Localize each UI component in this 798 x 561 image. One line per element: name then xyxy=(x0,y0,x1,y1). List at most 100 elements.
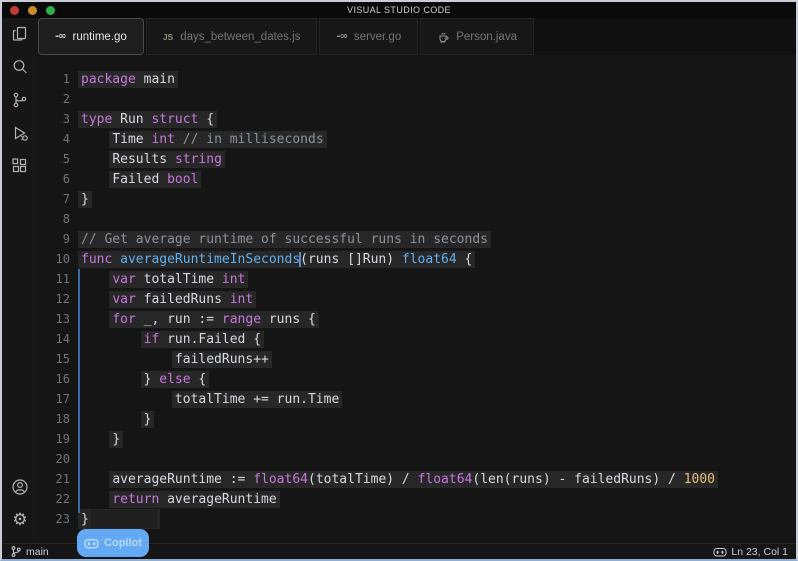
code-line[interactable]: 20 xyxy=(38,449,796,469)
line-number[interactable]: 21 xyxy=(38,472,70,486)
code-line[interactable]: 7} xyxy=(38,189,796,209)
line-number[interactable]: 2 xyxy=(38,92,70,106)
code-line[interactable]: 10func averageRuntimeInSeconds(runs []Ru… xyxy=(38,249,796,269)
code-token: bool xyxy=(167,172,198,187)
explorer-icon[interactable] xyxy=(10,24,30,44)
code-line[interactable]: 23} xyxy=(38,509,796,529)
line-number[interactable]: 16 xyxy=(38,372,70,386)
code-token: if xyxy=(144,332,160,347)
code-token: range xyxy=(222,312,261,327)
code-token: struct xyxy=(151,112,198,127)
line-number[interactable]: 8 xyxy=(38,212,70,226)
code-line[interactable]: 21 averageRuntime := float64(totalTime) … xyxy=(38,469,796,489)
line-number[interactable]: 4 xyxy=(38,132,70,146)
code-token: Run xyxy=(112,112,151,127)
line-number[interactable]: 22 xyxy=(38,492,70,506)
code-line[interactable]: 8 xyxy=(38,209,796,229)
code-line[interactable]: 14 if run.Failed { xyxy=(38,329,796,349)
line-number[interactable]: 10 xyxy=(38,252,70,266)
active-indent-guide xyxy=(78,269,80,513)
line-number[interactable]: 15 xyxy=(38,352,70,366)
title-bar: Visual Studio Code xyxy=(2,2,796,18)
settings-gear-icon[interactable]: ⚙ xyxy=(10,510,30,530)
code-line[interactable]: 6 Failed bool xyxy=(38,169,796,189)
code-token: package xyxy=(81,72,136,87)
line-number[interactable]: 14 xyxy=(38,332,70,346)
extensions-icon[interactable] xyxy=(10,156,30,176)
js-file-icon: JS xyxy=(163,32,173,42)
code-token: } xyxy=(144,412,152,427)
status-branch[interactable]: main xyxy=(10,545,49,558)
copilot-button[interactable]: Copilot xyxy=(77,529,149,557)
code-line[interactable]: 4 Time int // in milliseconds xyxy=(38,129,796,149)
code-line[interactable]: 9// Get average runtime of successful ru… xyxy=(38,229,796,249)
java-file-icon xyxy=(437,31,449,43)
code-token: } xyxy=(81,192,89,207)
line-number[interactable]: 1 xyxy=(38,72,70,86)
code-line[interactable]: 17 totalTime += run.Time xyxy=(38,389,796,409)
code-line[interactable]: 3type Run struct { xyxy=(38,109,796,129)
line-number[interactable]: 17 xyxy=(38,392,70,406)
tab-server-go[interactable]: -∞ server.go xyxy=(319,18,418,55)
line-number[interactable]: 19 xyxy=(38,432,70,446)
code-token: } xyxy=(144,372,160,387)
tab-days-between-dates-js[interactable]: JS days_between_dates.js xyxy=(146,18,318,55)
code-line[interactable]: 11 var totalTime int xyxy=(38,269,796,289)
code-token: (len(runs) - failedRuns) / xyxy=(472,472,683,487)
code-token: runs { xyxy=(261,312,316,327)
code-token xyxy=(175,132,183,147)
line-number[interactable]: 23 xyxy=(38,512,70,526)
code-token: int xyxy=(230,292,253,307)
line-number[interactable]: 5 xyxy=(38,152,70,166)
go-file-icon: -∞ xyxy=(55,31,65,42)
code-token: averageRuntimeInSeconds xyxy=(120,252,300,267)
code-line[interactable]: 12 var failedRuns int xyxy=(38,289,796,309)
tab-label: Person.java xyxy=(456,31,517,43)
line-number[interactable]: 18 xyxy=(38,412,70,426)
code-line[interactable]: 19 } xyxy=(38,429,796,449)
line-number[interactable]: 3 xyxy=(38,112,70,126)
line-number[interactable]: 9 xyxy=(38,232,70,246)
code-token: } xyxy=(112,432,120,447)
line-number[interactable]: 11 xyxy=(38,272,70,286)
tab-label: days_between_dates.js xyxy=(180,31,300,43)
code-token: var xyxy=(112,272,135,287)
tab-runtime-go[interactable]: -∞ runtime.go xyxy=(38,18,144,55)
code-line[interactable]: 2 xyxy=(38,89,796,109)
code-line[interactable]: 22 return averageRuntime xyxy=(38,489,796,509)
status-cursor-position[interactable]: Ln 23, Col 1 xyxy=(713,546,788,558)
search-icon[interactable] xyxy=(10,57,30,77)
code-token: Results xyxy=(112,152,175,167)
accounts-icon[interactable] xyxy=(10,477,30,497)
cursor-position-label: Ln 23, Col 1 xyxy=(731,546,788,558)
line-number[interactable]: 13 xyxy=(38,312,70,326)
code-token: Time xyxy=(112,132,151,147)
code-line[interactable]: 5 Results string xyxy=(38,149,796,169)
code-token: else xyxy=(159,372,190,387)
code-token: float64 xyxy=(418,472,473,487)
tab-person-java[interactable]: Person.java xyxy=(420,18,534,55)
run-debug-icon[interactable] xyxy=(10,123,30,143)
code-token: type xyxy=(81,112,112,127)
code-token: averageRuntime xyxy=(159,492,276,507)
editor-pane[interactable]: 1package main23type Run struct {4 Time i… xyxy=(38,55,796,543)
line-number[interactable]: 6 xyxy=(38,172,70,186)
code-line[interactable]: 13 for _, run := range runs { xyxy=(38,309,796,329)
code-token: } xyxy=(81,512,89,527)
code-line[interactable]: 16 } else { xyxy=(38,369,796,389)
code-token: failedRuns++ xyxy=(175,352,269,367)
code-line[interactable]: 18 } xyxy=(38,409,796,429)
code-line[interactable]: 1package main xyxy=(38,69,796,89)
line-number[interactable]: 12 xyxy=(38,292,70,306)
code-line[interactable]: 15 failedRuns++ xyxy=(38,349,796,369)
code-token: int xyxy=(222,272,245,287)
code-token: 1000 xyxy=(684,472,715,487)
code-token: int xyxy=(151,132,174,147)
line-number[interactable]: 7 xyxy=(38,192,70,206)
line-number[interactable]: 20 xyxy=(38,452,70,466)
go-file-icon: -∞ xyxy=(336,31,346,42)
code-token: return xyxy=(112,492,159,507)
code-lines: 1package main23type Run struct {4 Time i… xyxy=(38,69,796,529)
source-control-icon[interactable] xyxy=(10,90,30,110)
code-token: failedRuns xyxy=(136,292,230,307)
